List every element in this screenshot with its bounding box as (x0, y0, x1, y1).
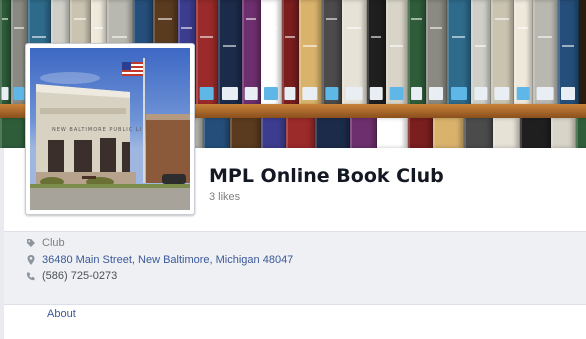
building-sign: NEW BALTIMORE PUBLIC LIBRARY (52, 127, 142, 133)
book-spine (408, 118, 433, 148)
book-spine (576, 118, 586, 148)
book-spine (367, 0, 386, 106)
book-spine (558, 0, 579, 106)
book-spine (242, 0, 261, 106)
library-building-photo: NEW BALTIMORE PUBLIC LIBRARY (30, 48, 190, 210)
phone-icon (26, 270, 36, 282)
book-spine (0, 118, 27, 148)
book-spine (433, 118, 464, 148)
phone-row: (586) 725-0273 (26, 269, 117, 283)
category-text[interactable]: Club (42, 237, 65, 249)
book-spine (203, 118, 230, 148)
book-spine (282, 0, 299, 106)
likes-count[interactable]: 3 likes (209, 191, 240, 203)
book-spine (230, 118, 261, 148)
book-spine (350, 118, 377, 148)
book-spine (386, 0, 408, 106)
book-spine (261, 0, 282, 106)
phone-number: (586) 725-0273 (42, 270, 118, 282)
book-spine (315, 118, 350, 148)
profile-picture[interactable]: NEW BALTIMORE PUBLIC LIBRARY (25, 43, 195, 215)
page-title[interactable]: MPL Online Book Club (209, 165, 444, 187)
book-spine (286, 118, 315, 148)
map-pin-icon (26, 254, 36, 266)
book-spine (551, 118, 576, 148)
book-spine (218, 0, 242, 106)
book-spine (533, 0, 558, 106)
book-spine (261, 118, 286, 148)
book-spine (493, 118, 520, 148)
address-row: 36480 Main Street, New Baltimore, Michig… (26, 253, 293, 267)
book-spine (196, 0, 218, 106)
book-spine (514, 0, 533, 106)
book-spine (464, 118, 493, 148)
tag-icon (26, 237, 36, 249)
book-spine (471, 0, 491, 106)
address-link[interactable]: 36480 Main Street, New Baltimore, Michig… (42, 254, 293, 266)
book-spine (0, 0, 11, 106)
category-row: Club (26, 236, 65, 250)
book-spine (426, 0, 447, 106)
book-spine (342, 0, 367, 106)
book-spine (377, 118, 408, 148)
book-spine (520, 118, 551, 148)
book-spine (322, 0, 342, 106)
book-spine (299, 0, 322, 106)
book-spine (491, 0, 514, 106)
book-spine (447, 0, 471, 106)
info-panel (4, 231, 586, 305)
book-spine (408, 0, 426, 106)
about-link[interactable]: About (47, 308, 76, 320)
